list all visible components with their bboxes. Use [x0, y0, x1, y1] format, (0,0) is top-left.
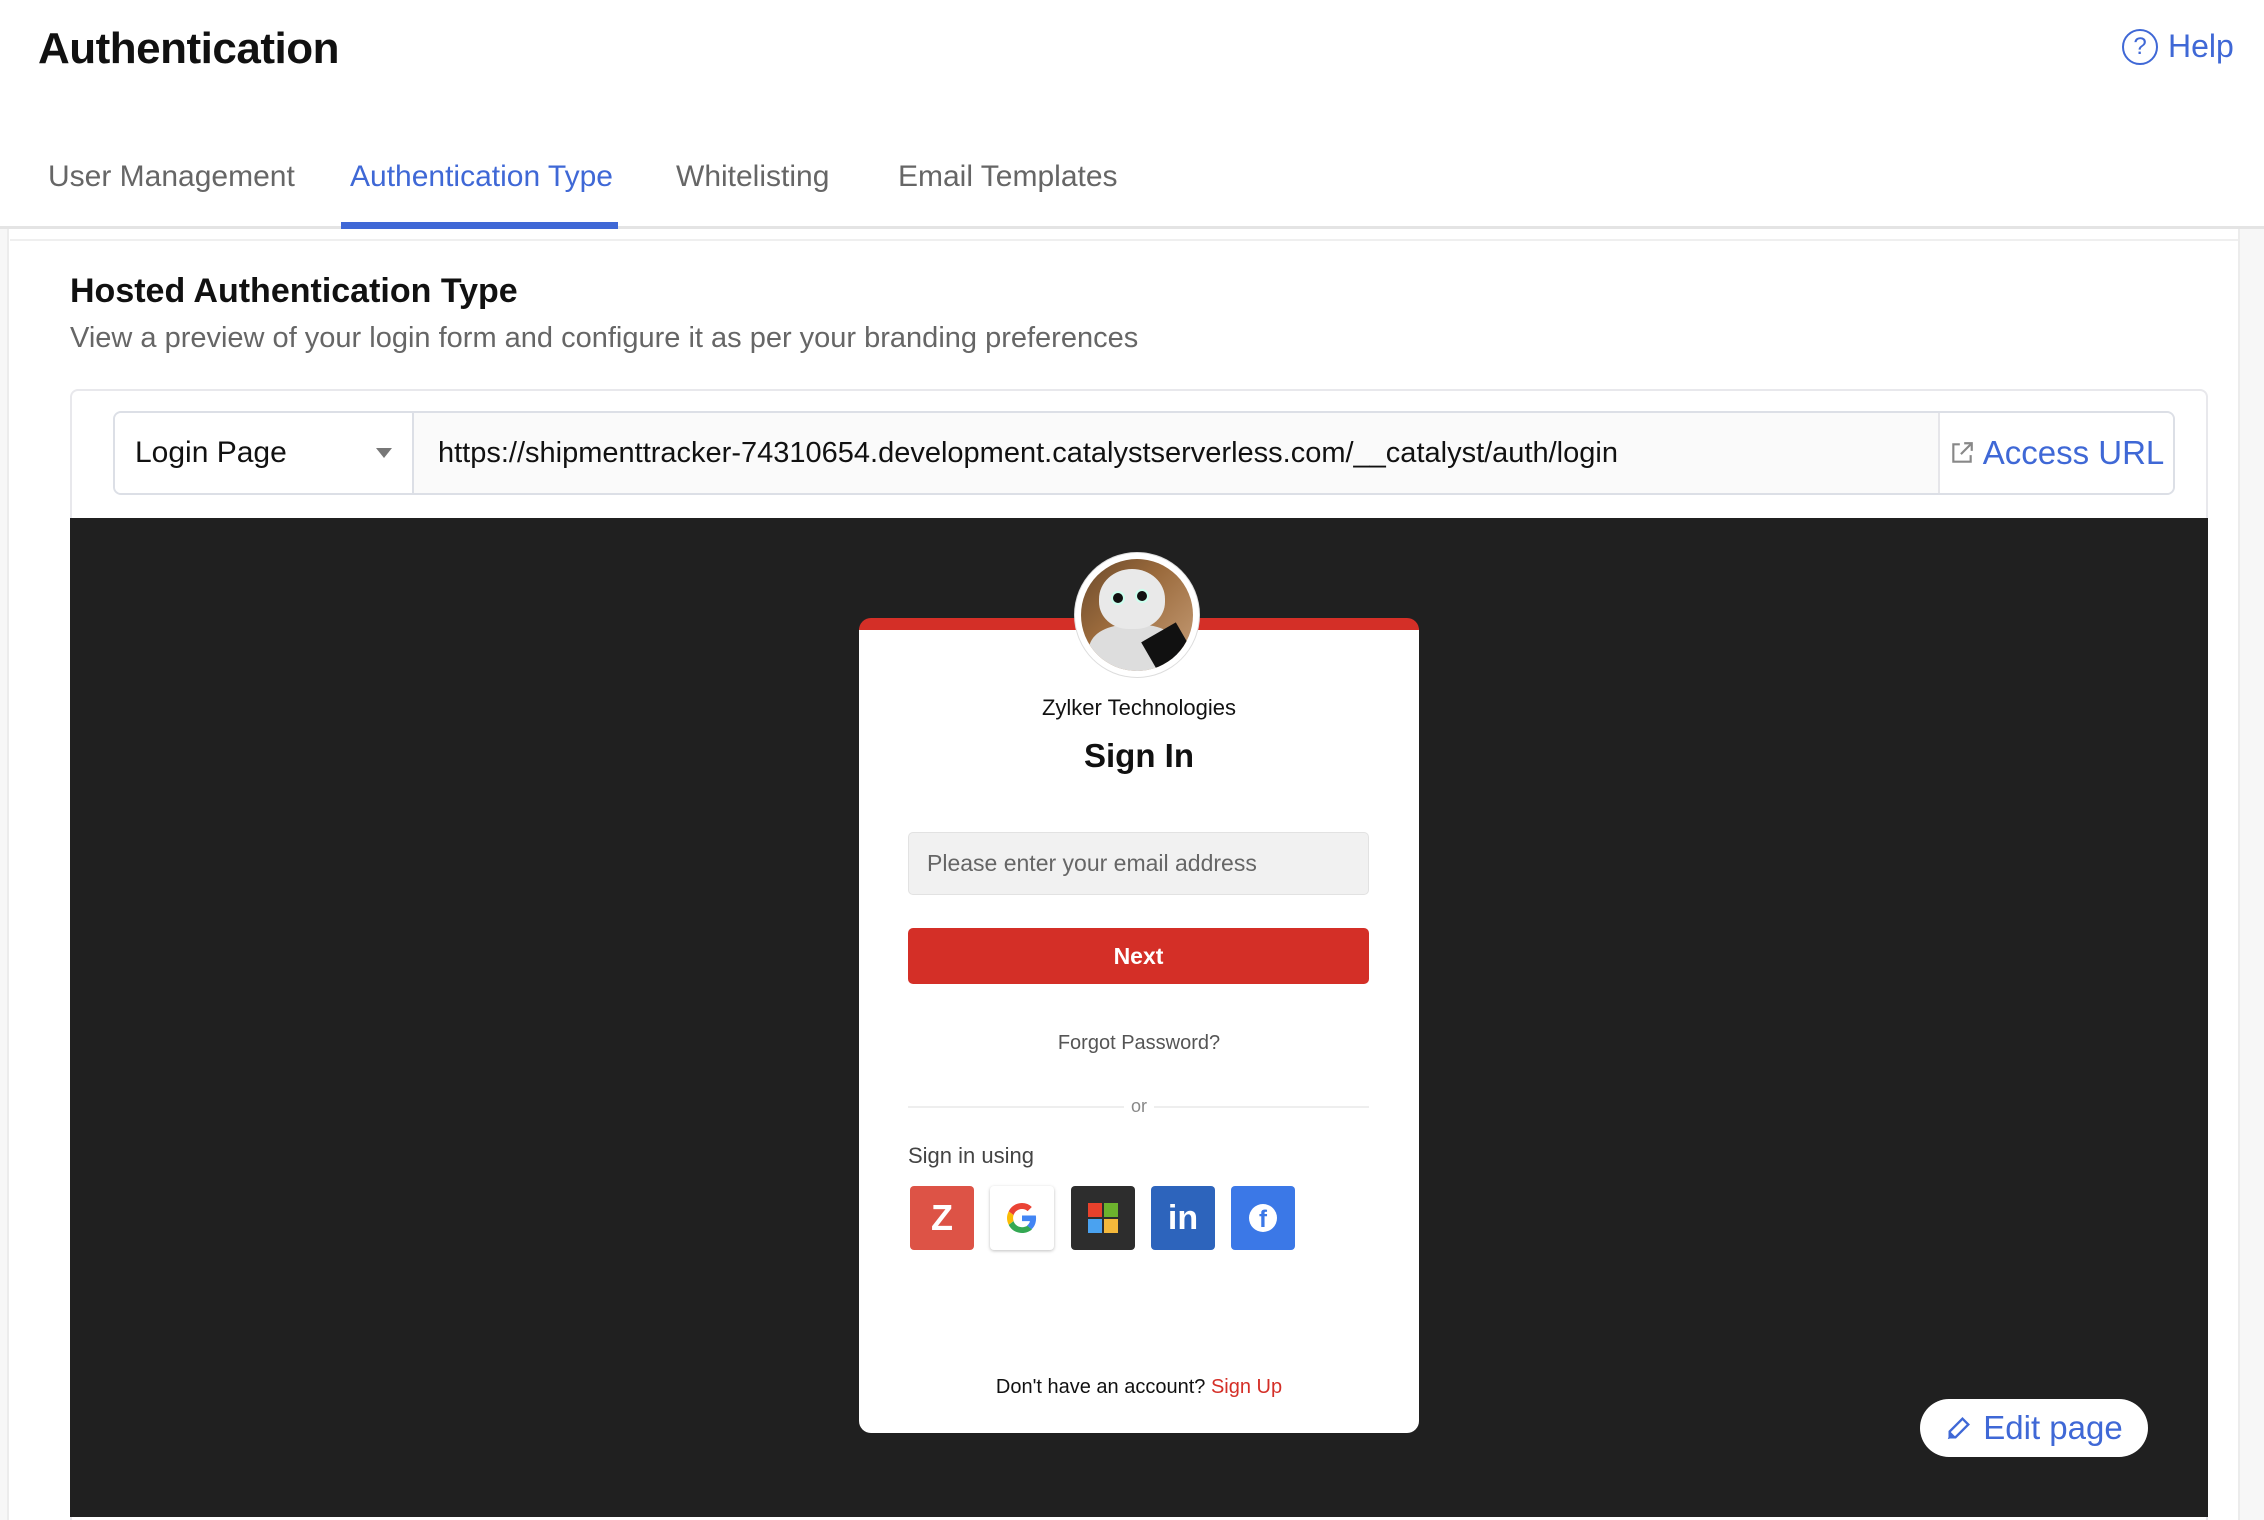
page-type-select[interactable]: Login Page — [115, 413, 414, 493]
scrollbar-track[interactable] — [2238, 229, 2264, 1520]
tab-authentication-type[interactable]: Authentication Type — [350, 160, 613, 194]
access-url-label: Access URL — [1982, 434, 2165, 471]
pencil-icon — [1948, 1417, 1971, 1440]
tab-user-management[interactable]: User Management — [48, 160, 295, 194]
left-gutter — [0, 229, 9, 1520]
email-field[interactable] — [908, 832, 1369, 895]
next-button[interactable]: Next — [908, 928, 1369, 984]
chevron-down-icon — [376, 448, 392, 458]
company-name: Zylker Technologies — [1041, 695, 1237, 720]
sign-in-heading: Sign In — [1084, 737, 1194, 774]
facebook-icon: f — [1249, 1204, 1277, 1232]
company-logo-avatar — [1075, 553, 1199, 677]
edit-page-button[interactable]: Edit page — [1920, 1399, 2148, 1457]
edit-page-label: Edit page — [1983, 1409, 2123, 1446]
page-title: Authentication — [38, 24, 339, 73]
section-title: Hosted Authentication Type — [70, 272, 518, 310]
google-icon — [1007, 1203, 1037, 1233]
question-circle-icon: ? — [2122, 28, 2158, 65]
access-url-button[interactable]: Access URL — [1938, 413, 2173, 493]
section-subtitle: View a preview of your login form and co… — [70, 322, 1139, 354]
signup-prompt: Don't have an account? Sign Up — [859, 1376, 1419, 1399]
zoho-signin-button[interactable]: Z — [910, 1186, 974, 1250]
page-type-value: Login Page — [135, 436, 287, 469]
facebook-signin-button[interactable]: f — [1231, 1186, 1295, 1250]
active-tab-indicator — [341, 222, 618, 229]
tab-bar: User Management Authentication Type Whit… — [0, 150, 2264, 229]
tab-email-templates[interactable]: Email Templates — [898, 160, 1118, 194]
linkedin-signin-button[interactable]: in — [1151, 1186, 1215, 1250]
help-link[interactable]: ? Help — [2122, 28, 2234, 65]
no-account-text: Don't have an account? — [995, 1376, 1206, 1398]
login-url-field[interactable]: https://shipmenttracker-74310654.develop… — [414, 413, 1938, 493]
help-label: Help — [2168, 28, 2234, 64]
divider-label: or — [1124, 1096, 1154, 1117]
google-signin-button[interactable] — [990, 1186, 1054, 1250]
tab-whitelisting[interactable]: Whitelisting — [676, 160, 829, 194]
url-controls: Login Page https://shipmenttracker-74310… — [113, 411, 2175, 495]
forgot-password-link[interactable]: Forgot Password? — [859, 1032, 1419, 1055]
microsoft-signin-button[interactable] — [1071, 1186, 1135, 1250]
sign-up-link[interactable]: Sign Up — [1211, 1376, 1282, 1398]
zoho-icon: Z — [931, 1197, 953, 1238]
sign-in-using-label: Sign in using — [908, 1143, 1034, 1168]
linkedin-icon: in — [1167, 1198, 1199, 1237]
microsoft-icon — [1088, 1203, 1118, 1233]
external-link-icon — [1951, 442, 1973, 463]
